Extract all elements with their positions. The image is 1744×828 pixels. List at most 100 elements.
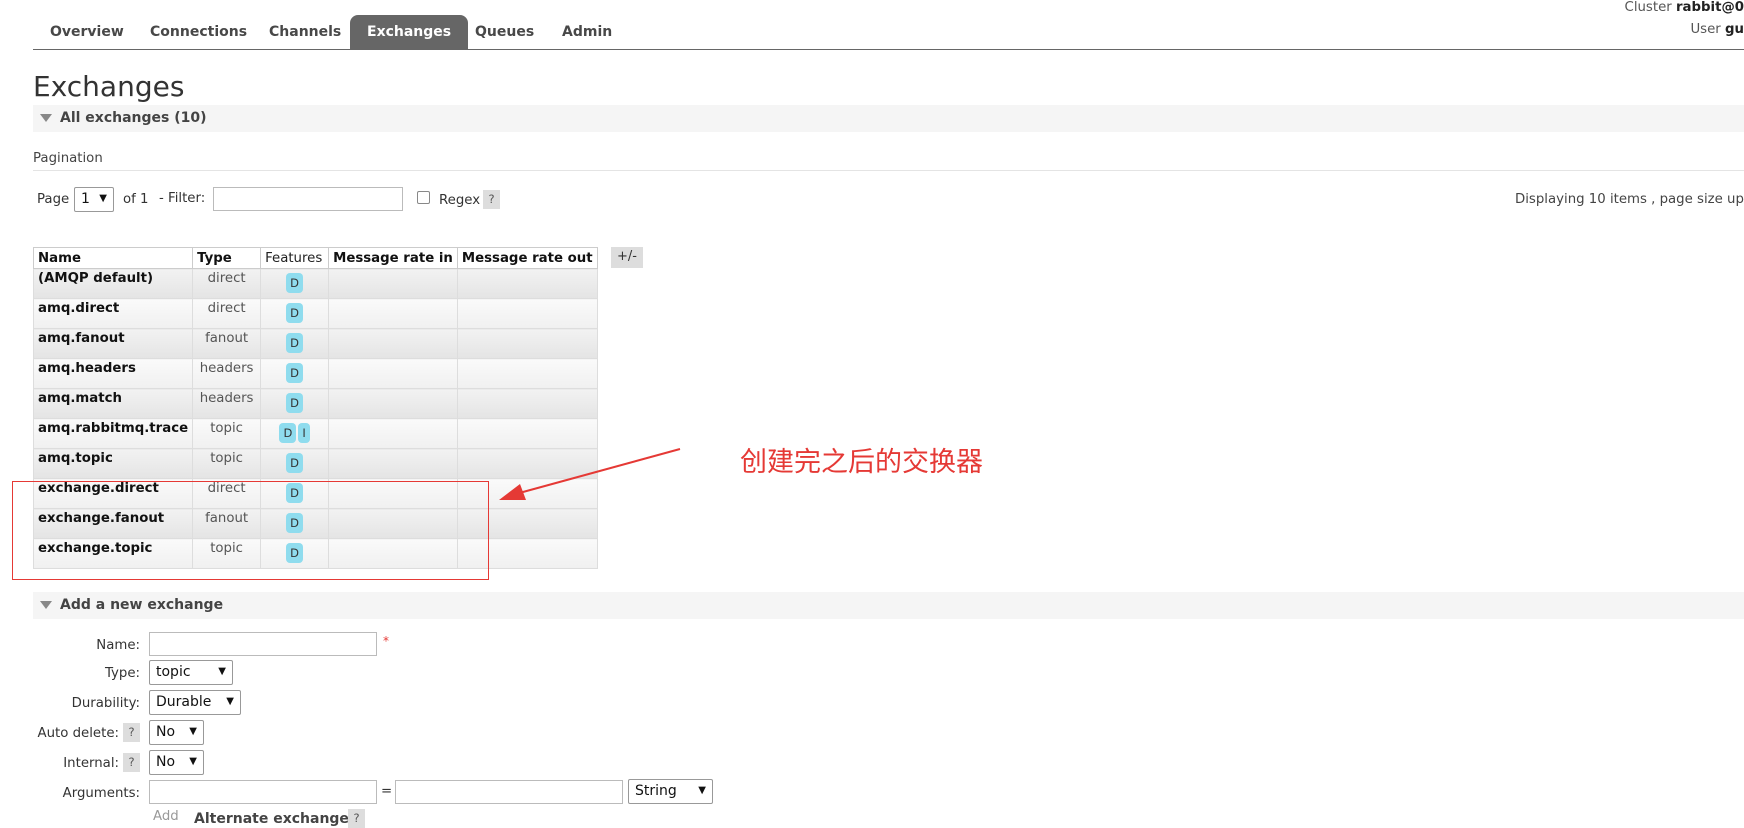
equals-sign: = xyxy=(381,784,393,799)
tab-exchanges[interactable]: Exchanges xyxy=(350,15,469,49)
of-pages-label: of 1 xyxy=(123,192,149,207)
cluster-value: rabbit@0 xyxy=(1675,0,1744,15)
exchange-type: direct xyxy=(192,298,262,329)
chevron-down-icon: ▼ xyxy=(99,193,107,204)
user-value: gu xyxy=(1725,22,1744,37)
exchange-name-link[interactable]: (AMQP default) xyxy=(32,268,194,299)
required-marker: * xyxy=(383,634,389,648)
rate-in-cell xyxy=(328,298,458,329)
exchange-type-value: topic xyxy=(156,664,191,680)
rate-out-cell xyxy=(456,388,598,419)
filter-label: - Filter: xyxy=(159,191,206,206)
rate-in-cell xyxy=(328,418,458,449)
argument-type-select[interactable]: String ▼ xyxy=(628,779,713,804)
all-exchanges-section-toggle[interactable]: All exchanges (10) xyxy=(33,105,1744,132)
columns-toggle-button[interactable]: +/- xyxy=(611,247,643,268)
auto-delete-help-icon[interactable]: ? xyxy=(123,723,140,742)
exchange-type: topic xyxy=(192,448,262,479)
exchange-type-select[interactable]: topic ▼ xyxy=(149,660,233,685)
durable-badge: D xyxy=(286,363,304,383)
durability-field-label: Durability: xyxy=(71,696,140,711)
features-cell: D xyxy=(260,358,330,389)
pagination-label: Pagination xyxy=(33,151,103,166)
exchange-name-link[interactable]: amq.topic xyxy=(32,448,194,479)
filter-input[interactable] xyxy=(213,187,403,211)
features-cell: DI xyxy=(260,418,330,449)
exchange-name-input[interactable] xyxy=(149,632,377,656)
internal-help-icon[interactable]: ? xyxy=(123,753,140,772)
exchange-type: fanout xyxy=(192,328,262,359)
tab-queues[interactable]: Queues xyxy=(458,15,551,49)
exchange-name-link[interactable]: amq.match xyxy=(32,388,194,419)
chevron-down-icon: ▼ xyxy=(218,666,226,677)
rate-in-cell xyxy=(328,388,458,419)
exchange-name-link[interactable]: amq.headers xyxy=(32,358,194,389)
exchange-type: topic xyxy=(192,418,262,449)
table-row[interactable]: amq.fanout fanout D xyxy=(32,328,598,359)
add-exchange-section-toggle[interactable]: Add a new exchange xyxy=(33,592,1744,619)
page-title: Exchanges xyxy=(33,70,185,103)
rate-out-cell xyxy=(456,328,598,359)
page-select[interactable]: 1 ▼ xyxy=(74,187,114,212)
page-select-value: 1 xyxy=(81,191,90,207)
chevron-down-icon: ▼ xyxy=(698,785,706,796)
auto-delete-field-label: Auto delete: xyxy=(37,726,119,741)
alternate-exchange-link[interactable]: Alternate exchange xyxy=(194,811,349,827)
chevron-down-icon: ▼ xyxy=(226,696,234,707)
collapse-triangle-icon xyxy=(40,601,52,609)
col-header-features: Features xyxy=(260,247,330,269)
argument-type-value: String xyxy=(635,783,677,799)
alternate-exchange-help-icon[interactable]: ? xyxy=(348,809,365,828)
durability-value: Durable xyxy=(156,694,212,710)
durable-badge: D xyxy=(286,333,304,353)
internal-value: No xyxy=(156,754,176,770)
exchange-name-link[interactable]: amq.direct xyxy=(32,298,194,329)
exchange-type: headers xyxy=(192,388,262,419)
argument-key-input[interactable] xyxy=(149,780,377,804)
table-row[interactable]: amq.direct direct D xyxy=(32,298,598,329)
internal-select[interactable]: No ▼ xyxy=(149,750,204,775)
table-header-row: Name Type Features Message rate in Messa… xyxy=(32,247,598,269)
chevron-down-icon: ▼ xyxy=(189,756,197,767)
exchange-name-link[interactable]: amq.rabbitmq.trace xyxy=(32,418,194,449)
cluster-label: Cluster xyxy=(1624,0,1672,15)
rate-in-cell xyxy=(328,358,458,389)
features-cell: D xyxy=(260,328,330,359)
col-header-rate-out[interactable]: Message rate out xyxy=(456,247,598,269)
type-field-label: Type: xyxy=(104,666,140,681)
durable-badge: D xyxy=(286,393,304,413)
annotation-arrow-icon xyxy=(499,448,681,500)
regex-help-icon[interactable]: ? xyxy=(483,190,500,209)
col-header-name[interactable]: Name xyxy=(32,247,194,269)
rate-in-cell xyxy=(328,268,458,299)
display-info: Displaying 10 items , page size up xyxy=(1515,192,1744,207)
durability-select[interactable]: Durable ▼ xyxy=(149,690,241,715)
cluster-info: Cluster rabbit@0 xyxy=(1625,0,1744,15)
regex-checkbox[interactable] xyxy=(417,191,430,204)
internal-field-label: Internal: xyxy=(63,756,119,771)
pagination-divider xyxy=(33,170,1744,171)
tab-channels[interactable]: Channels xyxy=(252,15,358,49)
user-label: User xyxy=(1690,22,1721,37)
features-cell: D xyxy=(260,388,330,419)
exchange-type: direct xyxy=(192,268,262,299)
durable-badge: D xyxy=(286,303,304,323)
exchange-name-link[interactable]: amq.fanout xyxy=(32,328,194,359)
table-row[interactable]: amq.headers headers D xyxy=(32,358,598,389)
features-cell: D xyxy=(260,298,330,329)
name-field-label: Name: xyxy=(96,638,140,653)
auto-delete-select[interactable]: No ▼ xyxy=(149,720,204,745)
add-argument-link[interactable]: Add xyxy=(153,809,179,824)
table-row[interactable]: amq.match headers D xyxy=(32,388,598,419)
tab-connections[interactable]: Connections xyxy=(133,15,264,49)
exchange-type: headers xyxy=(192,358,262,389)
durable-badge: D xyxy=(286,453,304,473)
table-row[interactable]: (AMQP default) direct D xyxy=(32,268,598,299)
argument-value-input[interactable] xyxy=(395,780,623,804)
tab-admin[interactable]: Admin xyxy=(545,15,629,49)
tab-overview[interactable]: Overview xyxy=(33,15,141,49)
durable-badge: D xyxy=(286,273,304,293)
col-header-type[interactable]: Type xyxy=(192,247,262,269)
durable-badge: D xyxy=(279,423,297,443)
col-header-rate-in[interactable]: Message rate in xyxy=(328,247,458,269)
